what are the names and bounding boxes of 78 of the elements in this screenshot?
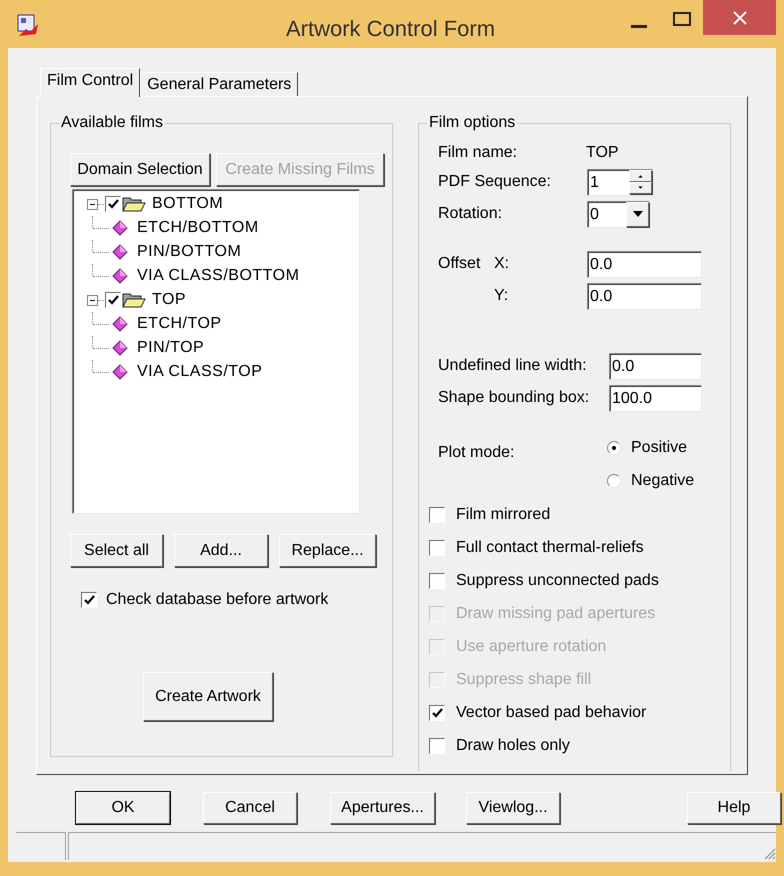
checkbox[interactable] <box>429 572 445 588</box>
checkbox[interactable] <box>429 540 445 556</box>
dialog-button[interactable]: Apertures... <box>330 792 435 824</box>
dropdown[interactable]: 0 <box>587 200 650 228</box>
checkbox[interactable] <box>429 506 445 522</box>
checkbox[interactable] <box>429 738 445 754</box>
film-name-value: TOP <box>586 143 619 163</box>
list-action-button[interactable]: Select all <box>70 534 163 567</box>
diamond-icon <box>112 268 128 284</box>
tab[interactable]: General Parameters <box>140 72 298 96</box>
folder-icon <box>122 196 146 212</box>
dialog-button[interactable]: OK <box>76 792 170 824</box>
diamond-icon <box>112 316 128 332</box>
tree-item[interactable]: VIA CLASS/TOP <box>137 360 262 384</box>
tab[interactable]: Film Control <box>40 68 140 97</box>
checkbox-label: Suppress shape fill <box>456 670 592 690</box>
create-artwork-button[interactable]: Create Artwork <box>143 672 273 721</box>
toolbar-button[interactable]: Domain Selection <box>70 153 210 186</box>
close-icon <box>732 10 746 24</box>
radio-label: Negative <box>631 470 694 490</box>
tree-item[interactable]: BOTTOM <box>152 192 224 216</box>
field-label: X: <box>494 254 510 274</box>
field-label: Shape bounding box: <box>438 388 590 408</box>
tree-item[interactable]: PIN/TOP <box>137 336 204 360</box>
spin-down-icon[interactable] <box>629 182 652 194</box>
checkbox-label: Vector based pad behavior <box>456 702 646 722</box>
list-action-button[interactable]: Add... <box>174 534 268 567</box>
tree-item[interactable]: TOP <box>152 288 186 312</box>
window-title: Artwork Control Form <box>286 15 496 43</box>
diamond-icon <box>112 244 128 260</box>
checkbox[interactable] <box>105 196 121 212</box>
app-icon <box>16 14 40 38</box>
field-label: Film name: <box>438 143 518 163</box>
checkbox-label: Full contact thermal-reliefs <box>456 538 644 558</box>
radio-button[interactable] <box>607 440 621 454</box>
field-label: Undefined line width: <box>438 356 588 376</box>
field-label: Offset <box>438 254 482 274</box>
collapse-icon[interactable] <box>87 198 98 210</box>
group-title: Film options <box>427 113 518 133</box>
checkbox-label: Film mirrored <box>456 504 550 524</box>
tree-item[interactable]: ETCH/BOTTOM <box>137 216 259 240</box>
checkbox[interactable] <box>429 704 445 720</box>
checkbox-label: Suppress unconnected pads <box>456 570 659 590</box>
tree-item[interactable]: VIA CLASS/BOTTOM <box>137 264 300 288</box>
input-field[interactable]: 0.0 <box>587 282 702 310</box>
input-field[interactable]: 0.0 <box>609 352 702 380</box>
tree-item[interactable]: PIN/BOTTOM <box>137 240 242 264</box>
spin-up-icon[interactable] <box>629 170 652 182</box>
checkbox-label: Use aperture rotation <box>456 636 606 656</box>
checkbox[interactable] <box>105 292 121 308</box>
tree-item[interactable]: ETCH/TOP <box>137 312 222 336</box>
dialog-button[interactable]: Viewlog... <box>466 792 560 824</box>
status-cell <box>16 832 66 860</box>
maximize-icon[interactable] <box>673 12 691 26</box>
diamond-icon <box>112 364 128 380</box>
input-field[interactable]: 0.0 <box>587 250 702 278</box>
field-label: Y: <box>493 286 510 306</box>
dialog-button[interactable]: Help <box>687 792 781 824</box>
spin-field[interactable]: 1 <box>587 168 653 196</box>
caret-icon <box>632 211 642 217</box>
field-label: PDF Sequence: <box>438 172 552 192</box>
radio-button[interactable] <box>607 474 621 488</box>
field-label: Rotation: <box>438 204 504 224</box>
folder-icon <box>122 292 146 308</box>
checkbox-label: Check database before artwork <box>106 590 328 610</box>
collapse-icon[interactable] <box>87 294 98 306</box>
checkbox-label: Draw holes only <box>456 736 570 756</box>
close-button[interactable] <box>703 0 776 35</box>
checkbox[interactable] <box>81 592 97 608</box>
radio-label: Positive <box>631 438 688 458</box>
field-label: Plot mode: <box>438 443 516 463</box>
list-action-button[interactable]: Replace... <box>279 534 376 567</box>
checkbox-label: Draw missing pad apertures <box>456 604 656 624</box>
diamond-icon <box>112 340 128 356</box>
input-field[interactable]: 100.0 <box>609 384 702 412</box>
dialog-button[interactable]: Cancel <box>203 792 297 824</box>
resize-grip-icon[interactable] <box>762 846 776 860</box>
diamond-icon <box>112 220 128 236</box>
